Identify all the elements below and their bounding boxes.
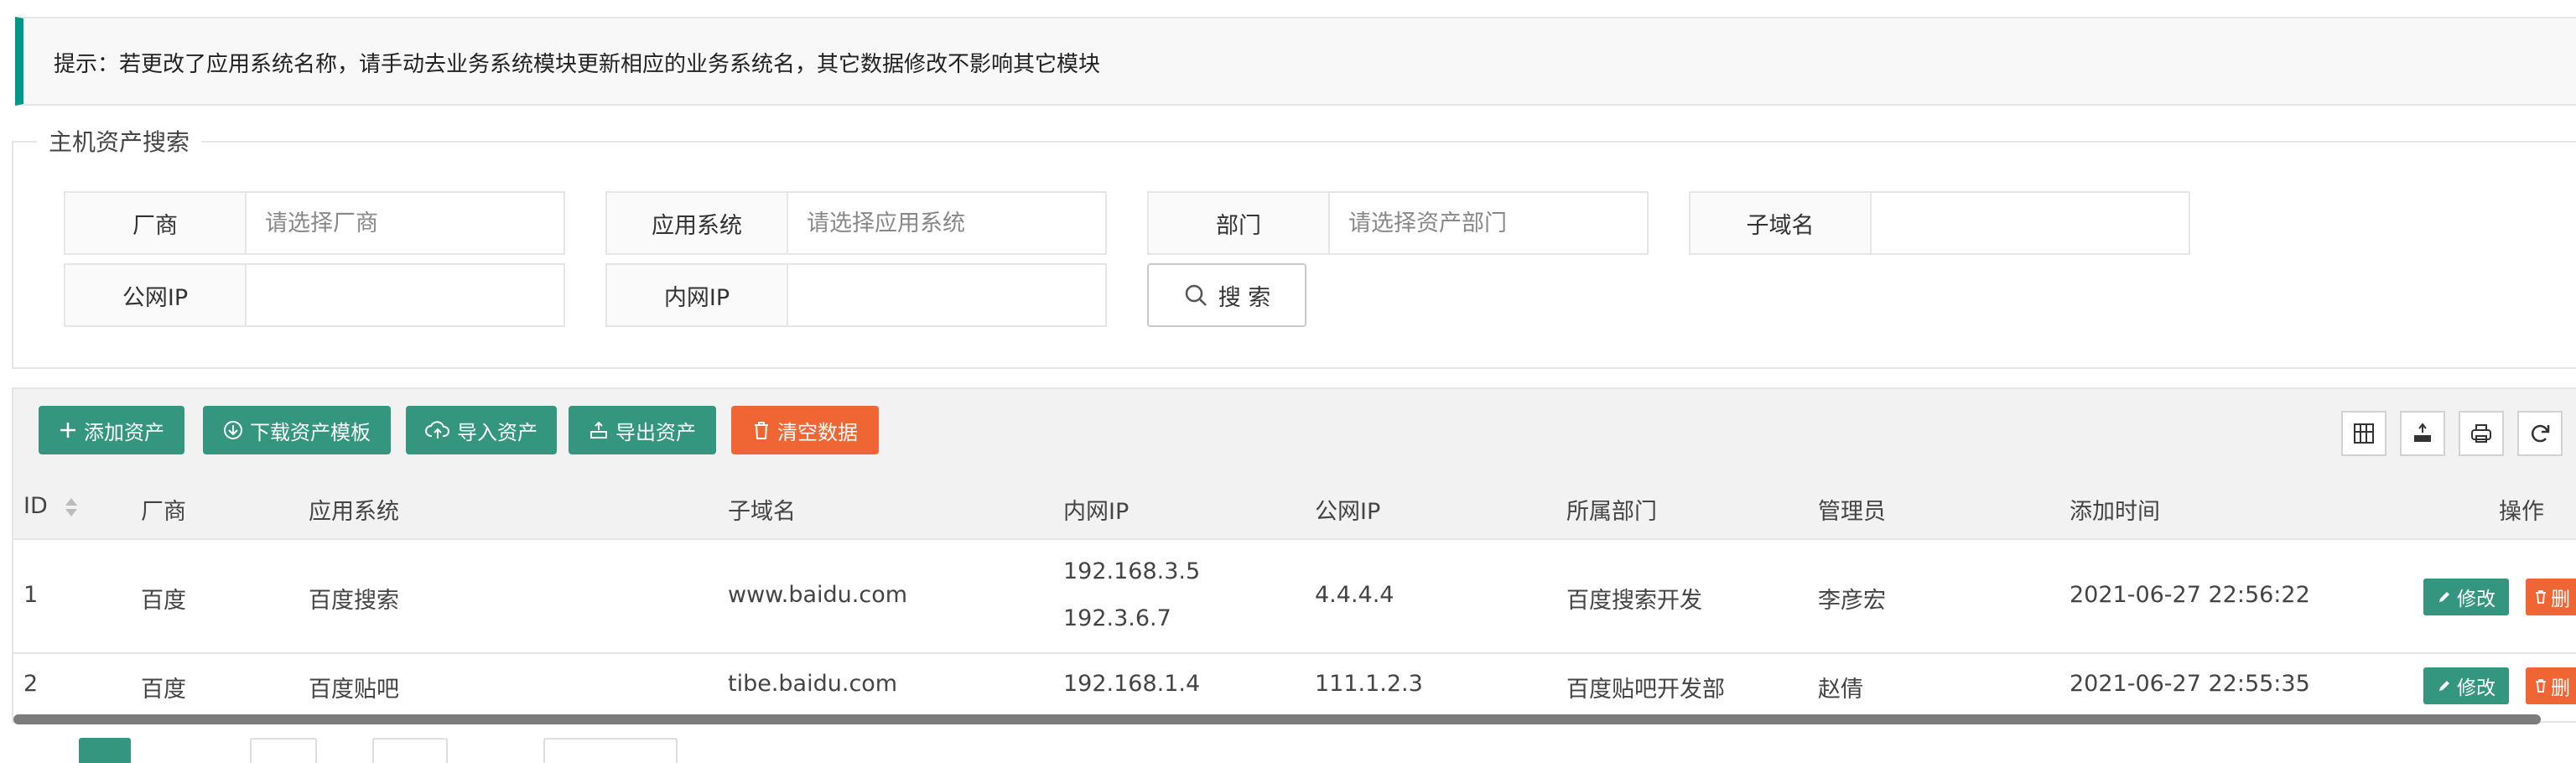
cell-intranet-ip: 192.168.1.4 <box>1063 671 1201 697</box>
export-asset-button[interactable]: 导出资产 <box>569 406 716 454</box>
table-toolbar: 添加资产 下载资产模板 导入资产 导出资产 清空数据 <box>13 389 2576 476</box>
department-select[interactable] <box>1330 193 1647 253</box>
cell-vendor: 百度 <box>141 588 186 614</box>
trash-icon <box>755 422 768 439</box>
export-icon <box>2414 423 2431 442</box>
column-header-system: 应用系统 <box>309 499 399 525</box>
pagination-current-page[interactable] <box>79 738 131 763</box>
cell-system: 百度搜索 <box>309 588 399 614</box>
export-tool-button[interactable] <box>2400 411 2445 456</box>
notice-box: 提示：若更改了应用系统名称，请手动去业务系统模块更新相应的业务系统名，其它数据修… <box>15 17 2576 106</box>
column-header-added-time: 添加时间 <box>2070 499 2160 525</box>
pencil-icon <box>2439 681 2449 691</box>
refresh-icon <box>2531 424 2550 443</box>
vendor-label: 厂商 <box>65 193 247 253</box>
download-icon <box>224 421 242 439</box>
upload-cloud-icon <box>425 421 449 439</box>
department-label: 部门 <box>1149 193 1330 253</box>
subdomain-field: 子域名 <box>1689 191 2190 255</box>
horizontal-scrollbar[interactable] <box>13 714 2541 724</box>
cell-system: 百度贴吧 <box>309 677 399 703</box>
pencil-icon <box>2439 592 2449 602</box>
cell-intranet-ip: 192.168.3.5 <box>1063 558 1201 584</box>
table-row: 1 百度 百度搜索 www.baidu.com 192.168.3.5 192.… <box>13 540 2576 654</box>
subdomain-input[interactable] <box>1872 193 2189 253</box>
cell-id: 1 <box>23 582 39 608</box>
print-button[interactable] <box>2459 411 2504 456</box>
notice-text: 提示：若更改了应用系统名称，请手动去业务系统模块更新相应的业务系统名，其它数据修… <box>54 52 1101 77</box>
public-ip-label: 公网IP <box>65 265 247 325</box>
cell-admin: 李彦宏 <box>1818 588 1886 614</box>
system-label: 应用系统 <box>607 193 788 253</box>
cell-public-ip: 4.4.4.4 <box>1315 582 1394 608</box>
search-button[interactable]: 搜 索 <box>1147 263 1306 327</box>
table-header: ID 厂商 应用系统 子域名 内网IP 公网IP 所属部门 管理员 添加时间 操… <box>13 475 2576 540</box>
export-icon <box>590 421 607 439</box>
intranet-ip-input[interactable] <box>788 265 1105 325</box>
edit-button[interactable]: 修改 <box>2423 579 2509 615</box>
column-header-public-ip: 公网IP <box>1315 499 1381 525</box>
system-select[interactable] <box>788 193 1105 253</box>
columns-icon <box>2354 423 2374 444</box>
download-template-label: 下载资产模板 <box>250 420 371 444</box>
column-header-admin: 管理员 <box>1818 499 1886 525</box>
cell-vendor: 百度 <box>141 677 186 703</box>
column-header-intranet-ip: 内网IP <box>1063 499 1130 525</box>
delete-button[interactable]: 删 <box>2526 667 2576 704</box>
cell-admin: 赵倩 <box>1818 677 1863 703</box>
clear-data-button[interactable]: 清空数据 <box>731 406 879 454</box>
trash-icon <box>2536 590 2546 604</box>
cell-department: 百度搜索开发 <box>1566 588 1702 614</box>
intranet-ip-field: 内网IP <box>605 263 1107 327</box>
trash-icon <box>2536 679 2546 693</box>
search-button-label: 搜 索 <box>1218 284 1271 311</box>
cell-intranet-ip: 192.3.6.7 <box>1063 605 1171 631</box>
search-legend: 主机资产搜索 <box>37 124 202 158</box>
cell-subdomain: www.baidu.com <box>728 582 908 608</box>
delete-button[interactable]: 删 <box>2526 579 2576 615</box>
pagination-page-input[interactable] <box>250 738 317 763</box>
department-field: 部门 <box>1147 191 1649 255</box>
pagination-go-button[interactable] <box>372 738 448 763</box>
import-asset-label: 导入资产 <box>457 420 538 444</box>
intranet-ip-label: 内网IP <box>607 265 788 325</box>
public-ip-input[interactable] <box>247 265 564 325</box>
cell-added-time: 2021-06-27 22:56:22 <box>2070 582 2310 608</box>
cell-public-ip: 111.1.2.3 <box>1315 671 1423 697</box>
refresh-button[interactable] <box>2517 411 2563 456</box>
download-template-button[interactable]: 下载资产模板 <box>203 406 391 454</box>
asset-table-panel: 添加资产 下载资产模板 导入资产 导出资产 清空数据 ID 厂商 应用系统 子域… <box>12 387 2576 723</box>
cell-id: 2 <box>23 671 39 697</box>
import-asset-button[interactable]: 导入资产 <box>406 406 557 454</box>
columns-filter-button[interactable] <box>2341 411 2386 456</box>
sort-icon <box>65 497 78 516</box>
column-header-department: 所属部门 <box>1566 499 1657 525</box>
vendor-select[interactable] <box>247 193 564 253</box>
column-header-vendor: 厂商 <box>141 499 186 525</box>
system-field: 应用系统 <box>605 191 1107 255</box>
clear-data-label: 清空数据 <box>777 420 858 444</box>
search-icon <box>1185 284 1207 306</box>
public-ip-field: 公网IP <box>64 263 565 327</box>
export-asset-label: 导出资产 <box>615 420 696 444</box>
column-header-subdomain: 子域名 <box>728 499 796 525</box>
search-panel <box>12 141 2576 369</box>
plus-icon <box>60 423 75 438</box>
cell-department: 百度贴吧开发部 <box>1566 677 1725 703</box>
add-asset-button[interactable]: 添加资产 <box>39 406 184 454</box>
column-header-id[interactable]: ID <box>23 493 80 519</box>
cell-subdomain: tibe.baidu.com <box>728 671 898 697</box>
pagination-size-select[interactable] <box>543 738 678 763</box>
vendor-field: 厂商 <box>64 191 565 255</box>
table-row: 2 百度 百度贴吧 tibe.baidu.com 192.168.1.4 111… <box>13 654 2576 721</box>
add-asset-label: 添加资产 <box>84 420 164 444</box>
column-header-actions: 操作 <box>2499 499 2544 525</box>
subdomain-label: 子域名 <box>1690 193 1872 253</box>
edit-button[interactable]: 修改 <box>2423 667 2509 704</box>
print-icon <box>2471 424 2491 443</box>
cell-added-time: 2021-06-27 22:55:35 <box>2070 671 2310 697</box>
